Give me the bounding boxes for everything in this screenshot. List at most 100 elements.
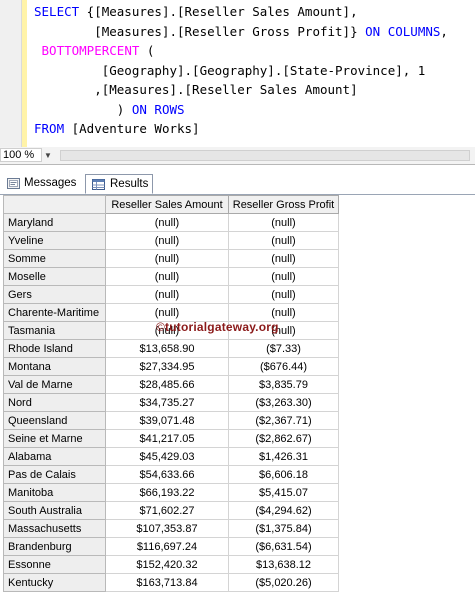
table-row: South Australia $71,602.27 ($4,294.62)	[3, 501, 339, 520]
row-header-cell[interactable]: Maryland	[3, 213, 106, 232]
zoom-value: 100 %	[3, 149, 35, 161]
sales-cell[interactable]: $39,071.48	[105, 411, 229, 430]
sales-cell[interactable]: (null)	[105, 267, 229, 286]
row-header-cell[interactable]: Gers	[3, 285, 106, 304]
profit-cell[interactable]: ($676.44)	[228, 357, 339, 376]
row-header-cell[interactable]: Moselle	[3, 267, 106, 286]
profit-cell[interactable]: $3,835.79	[228, 375, 339, 394]
zoom-select[interactable]: 100 %	[0, 148, 42, 162]
profit-cell[interactable]: $6,606.18	[228, 465, 339, 484]
profit-cell[interactable]: (null)	[228, 249, 339, 268]
messages-icon	[7, 178, 20, 189]
tab-results[interactable]: Results	[85, 174, 153, 194]
row-header-cell[interactable]: Pas de Calais	[3, 465, 106, 484]
copyright-symbol: ©	[156, 320, 166, 334]
row-header-cell[interactable]: Somme	[3, 249, 106, 268]
sales-cell[interactable]: $41,217.05	[105, 429, 229, 448]
row-header-cell[interactable]: Alabama	[3, 447, 106, 466]
profit-cell[interactable]: $13,638.12	[228, 555, 339, 574]
sales-cell[interactable]: $27,334.95	[105, 357, 229, 376]
query-line: BOTTOMPERCENT (	[34, 41, 448, 61]
sales-cell[interactable]: (null)	[105, 231, 229, 250]
row-header-cell[interactable]: Charente-Maritime	[3, 303, 106, 322]
results-grid: Reseller Sales Amount Reseller Gross Pro…	[3, 195, 339, 592]
sales-cell[interactable]: $54,633.66	[105, 465, 229, 484]
column-header-profit[interactable]: Reseller Gross Profit	[228, 195, 339, 214]
sales-cell[interactable]: (null)	[105, 213, 229, 232]
row-header-cell[interactable]: Val de Marne	[3, 375, 106, 394]
profit-cell[interactable]: (null)	[228, 303, 339, 322]
table-row: Brandenburg $116,697.24 ($6,631.54)	[3, 537, 339, 556]
table-row: Massachusetts $107,353.87 ($1,375.84)	[3, 519, 339, 538]
row-header-cell[interactable]: South Australia	[3, 501, 106, 520]
horizontal-scrollbar[interactable]	[60, 150, 470, 161]
row-header-cell[interactable]: Essonne	[3, 555, 106, 574]
row-header-cell[interactable]: Montana	[3, 357, 106, 376]
tab-results-label: Results	[110, 178, 149, 190]
table-row: Queensland $39,071.48 ($2,367.71)	[3, 411, 339, 430]
row-header-cell[interactable]: Manitoba	[3, 483, 106, 502]
profit-cell[interactable]: ($7.33)	[228, 339, 339, 358]
profit-cell[interactable]: $1,426.31	[228, 447, 339, 466]
table-row: Gers (null) (null)	[3, 285, 339, 304]
table-row: Alabama $45,429.03 $1,426.31	[3, 447, 339, 466]
row-header-cell[interactable]: Yveline	[3, 231, 106, 250]
profit-cell[interactable]: ($3,263.30)	[228, 393, 339, 412]
query-line: FROM [Adventure Works]	[34, 119, 448, 139]
sales-cell[interactable]: $66,193.22	[105, 483, 229, 502]
row-header-cell[interactable]: Rhode Island	[3, 339, 106, 358]
profit-cell[interactable]: (null)	[228, 213, 339, 232]
sales-cell[interactable]: $45,429.03	[105, 447, 229, 466]
grid-corner-cell[interactable]	[3, 195, 106, 214]
profit-cell[interactable]: ($2,367.71)	[228, 411, 339, 430]
profit-cell[interactable]: ($5,020.26)	[228, 573, 339, 592]
sales-cell[interactable]: $28,485.66	[105, 375, 229, 394]
table-row: Moselle (null) (null)	[3, 267, 339, 286]
profit-cell[interactable]: ($2,862.67)	[228, 429, 339, 448]
sales-cell[interactable]: (null)	[105, 303, 229, 322]
sales-cell[interactable]: $116,697.24	[105, 537, 229, 556]
sales-cell[interactable]: $71,602.27	[105, 501, 229, 520]
sales-cell[interactable]: $34,735.27	[105, 393, 229, 412]
profit-cell[interactable]: ($1,375.84)	[228, 519, 339, 538]
change-tracking-bar	[22, 0, 27, 147]
table-row: Kentucky $163,713.84 ($5,020.26)	[3, 573, 339, 592]
watermark: ©tutorialgateway.org	[156, 320, 279, 334]
code-token: ,[Measures].[Reseller Sales Amount]	[34, 82, 358, 97]
query-editor[interactable]: SELECT {[Measures].[Reseller Sales Amoun…	[0, 0, 475, 148]
row-header-cell[interactable]: Kentucky	[3, 573, 106, 592]
code-token: [Geography].[Geography].[State-Province]…	[34, 62, 426, 78]
row-header-cell[interactable]: Nord	[3, 393, 106, 412]
profit-cell[interactable]: (null)	[228, 231, 339, 250]
table-row: Nord $34,735.27 ($3,263.30)	[3, 393, 339, 412]
table-row: Essonne $152,420.32 $13,638.12	[3, 555, 339, 574]
grid-header-row: Reseller Sales Amount Reseller Gross Pro…	[3, 195, 339, 214]
sales-cell[interactable]: $13,658.90	[105, 339, 229, 358]
code-token: [Measures].[Reseller Gross Profit]}	[34, 23, 366, 39]
row-header-cell[interactable]: Seine et Marne	[3, 429, 106, 448]
sales-cell[interactable]: (null)	[105, 285, 229, 304]
query-line: SELECT {[Measures].[Reseller Sales Amoun…	[34, 2, 448, 22]
sales-cell[interactable]: $152,420.32	[105, 555, 229, 574]
profit-cell[interactable]: $5,415.07	[228, 483, 339, 502]
mdx-query-text[interactable]: SELECT {[Measures].[Reseller Sales Amoun…	[34, 2, 448, 139]
code-token: [Adventure Works]	[64, 121, 200, 136]
sales-cell[interactable]: $163,713.84	[105, 573, 229, 592]
column-header-sales[interactable]: Reseller Sales Amount	[105, 195, 229, 214]
chevron-down-icon[interactable]: ▼	[44, 151, 52, 160]
table-row: Montana $27,334.95 ($676.44)	[3, 357, 339, 376]
function-token: BOTTOMPERCENT	[41, 43, 140, 58]
sales-cell[interactable]: (null)	[105, 249, 229, 268]
profit-cell[interactable]: (null)	[228, 267, 339, 286]
profit-cell[interactable]: (null)	[228, 285, 339, 304]
profit-cell[interactable]: ($6,631.54)	[228, 537, 339, 556]
sales-cell[interactable]: $107,353.87	[105, 519, 229, 538]
row-header-cell[interactable]: Queensland	[3, 411, 106, 430]
profit-cell[interactable]: ($4,294.62)	[228, 501, 339, 520]
code-token: ,	[440, 23, 448, 39]
tab-messages[interactable]: Messages	[3, 174, 81, 193]
row-header-cell[interactable]: Massachusetts	[3, 519, 106, 538]
row-header-cell[interactable]: Tasmania	[3, 321, 106, 340]
row-header-cell[interactable]: Brandenburg	[3, 537, 106, 556]
